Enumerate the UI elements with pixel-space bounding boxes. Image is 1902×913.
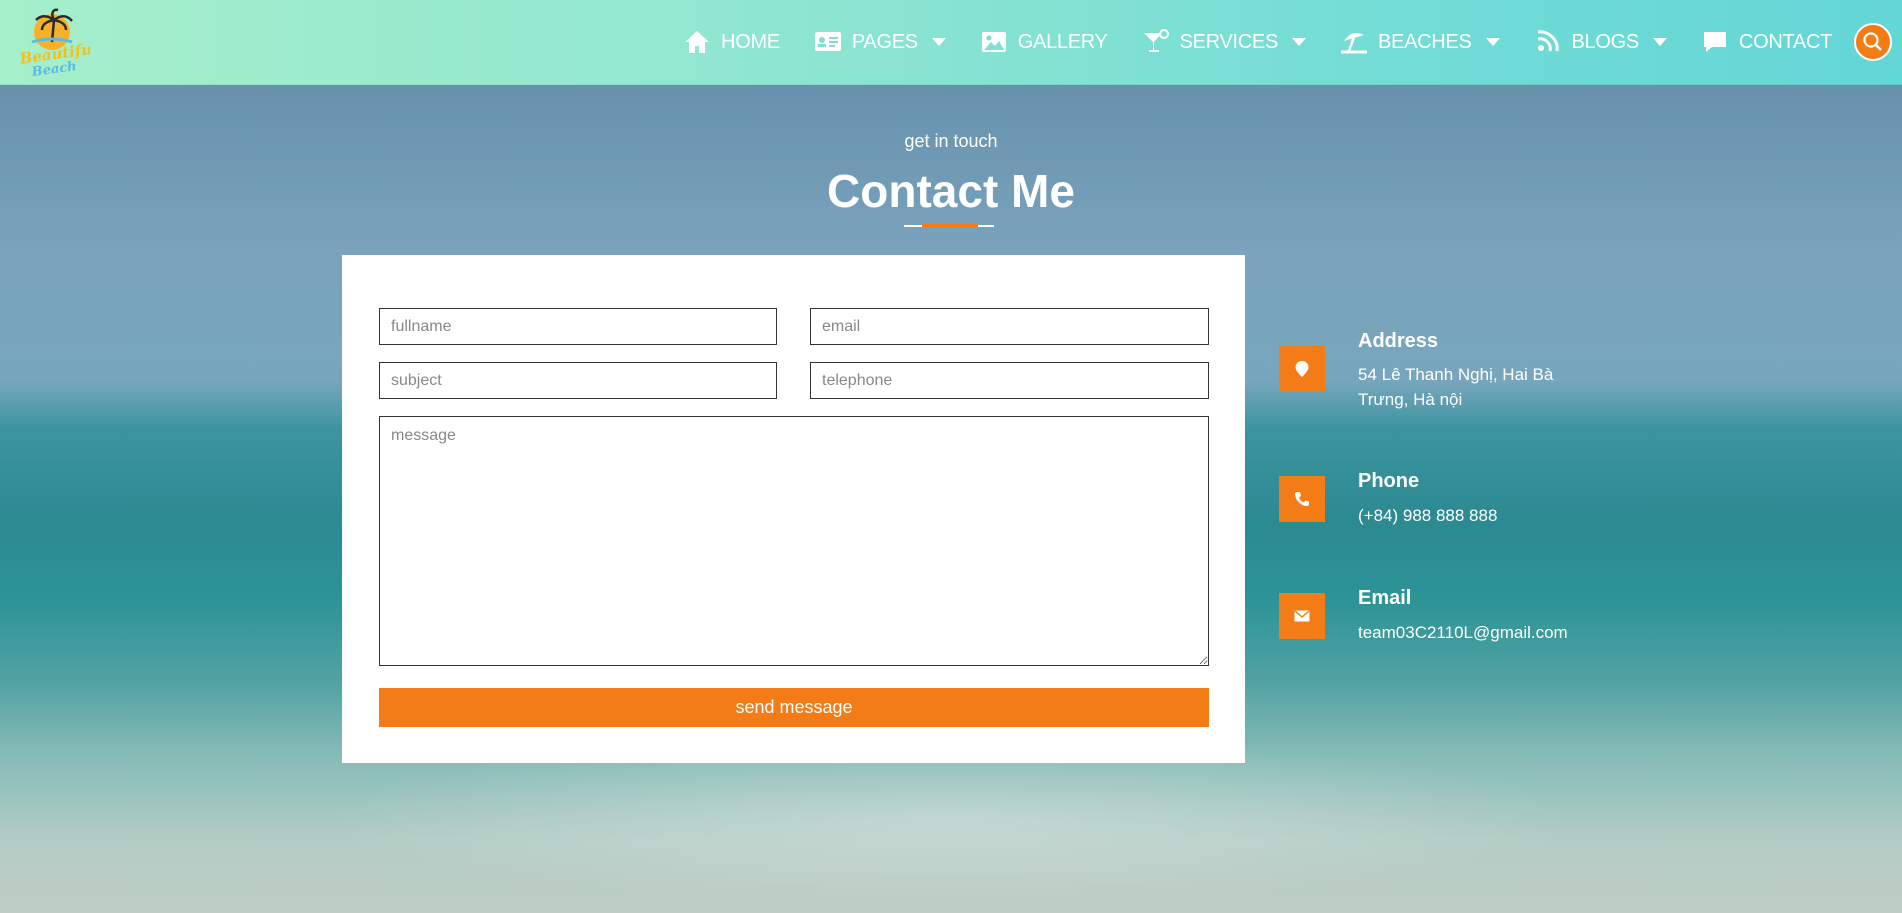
email-label: Email: [1358, 587, 1412, 609]
address-line-2: Trưng, Hà nội: [1358, 390, 1463, 409]
send-message-button[interactable]: send message: [379, 688, 1209, 727]
id-card-icon: [814, 32, 841, 51]
nav-home-label: HOME: [721, 30, 780, 53]
title-divider: [904, 224, 994, 227]
rss-icon: [1537, 30, 1559, 52]
phone-icon: [1295, 492, 1309, 506]
section-subtitle: get in touch: [904, 131, 998, 151]
nav-pages[interactable]: PAGES: [814, 29, 946, 55]
nav-beaches-label: BEACHES: [1378, 30, 1472, 53]
nav-services-label: SERVICES: [1179, 30, 1279, 53]
nav-contact-label: CONTACT: [1738, 30, 1832, 53]
title-divider-accent: [922, 224, 978, 227]
message-field[interactable]: [379, 416, 1209, 666]
chevron-down-icon: [1292, 38, 1306, 46]
chevron-down-icon: [1652, 38, 1667, 46]
phone-label: Phone: [1358, 470, 1420, 492]
address-line-1: 54 Lê Thanh Nghị, Hai Bà: [1358, 365, 1554, 384]
nav-services[interactable]: SERVICES: [1142, 29, 1306, 55]
navbar: Beautiful Beach HOME PAGES GALLERY SERVI…: [0, 0, 1902, 85]
email-value[interactable]: team03C2110L@gmail.com: [1358, 620, 1568, 645]
contact-form-card: send message: [342, 255, 1245, 763]
search-button[interactable]: [1854, 23, 1892, 61]
envelope-icon: [1294, 610, 1310, 622]
page-title: Contact Me: [827, 165, 1075, 217]
comment-icon: [1703, 32, 1726, 52]
cocktail-icon: [1143, 29, 1169, 52]
search-icon: [1863, 32, 1882, 51]
fullname-field[interactable]: [379, 308, 777, 345]
chevron-down-icon: [931, 38, 946, 46]
nav-home[interactable]: HOME: [683, 29, 780, 55]
nav-blogs-label: BLOGS: [1571, 30, 1640, 53]
address-icon-box: [1279, 346, 1325, 392]
email-field[interactable]: [810, 308, 1209, 345]
nav-pages-label: PAGES: [851, 30, 918, 53]
main-nav: HOME PAGES GALLERY SERVICES BEACHES BLOG…: [649, 0, 1832, 84]
nav-gallery-label: GALLERY: [1017, 30, 1108, 53]
chevron-down-icon: [1485, 38, 1500, 46]
nav-contact[interactable]: CONTACT: [1701, 29, 1832, 55]
subject-field[interactable]: [379, 362, 777, 399]
address-label: Address: [1358, 330, 1439, 352]
email-icon-box: [1279, 593, 1325, 639]
logo[interactable]: Beautiful Beach: [18, 6, 99, 80]
phone-icon-box: [1279, 476, 1325, 522]
image-icon: [981, 32, 1006, 52]
nav-blogs[interactable]: BLOGS: [1534, 29, 1667, 55]
map-marker-icon: [1295, 361, 1309, 377]
umbrella-beach-icon: [1341, 33, 1367, 54]
telephone-field[interactable]: [810, 362, 1209, 399]
phone-value[interactable]: (+84) 988 888 888: [1358, 503, 1497, 528]
nav-beaches[interactable]: BEACHES: [1340, 29, 1500, 55]
nav-gallery[interactable]: GALLERY: [980, 29, 1108, 55]
logo-graphic: Beautiful Beach: [18, 8, 99, 80]
home-icon: [685, 31, 710, 53]
